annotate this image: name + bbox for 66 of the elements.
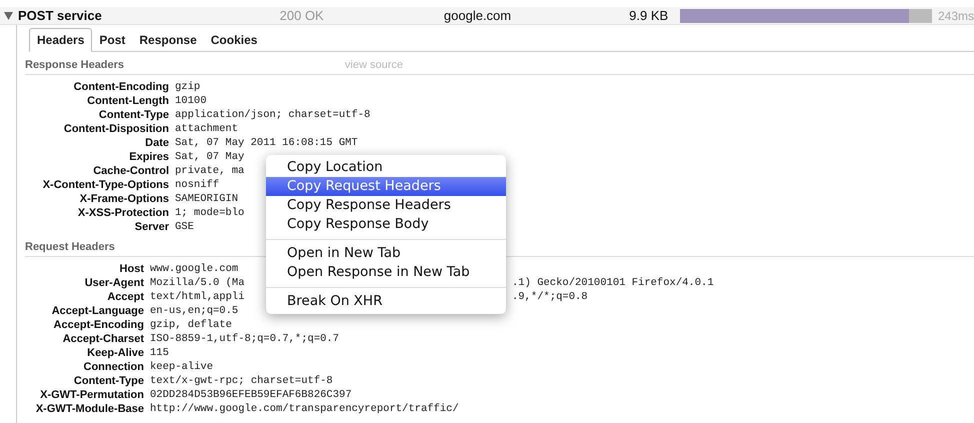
header-value: gzip, deflate (150, 319, 232, 331)
menu-item[interactable]: Open in New Tab (266, 244, 506, 263)
header-name: Accept (106, 291, 145, 303)
header-value: ISO-8859-1,utf-8;q=0.7,*;q=0.7 (150, 333, 340, 345)
header-name: X-GWT-Permutation (39, 389, 145, 401)
header-name: Connection (82, 361, 145, 373)
header-name: Content-Disposition (62, 123, 170, 135)
section-title: Response Headers (25, 59, 124, 73)
header-value: attachment (175, 123, 238, 135)
header-name: X-Frame-Options (78, 193, 170, 205)
header-name: Cache-Control (92, 165, 170, 177)
header-value: .9,*/*;q=0.8 (512, 291, 588, 303)
header-name: X-GWT-Module-Base (34, 403, 145, 415)
header-value: 02DD284D53B96EFEB59EFAF6B826C397 (150, 389, 352, 401)
header-value: http://www.google.com/transparencyreport/traffic/ (150, 403, 459, 415)
request-time: 243ms (938, 8, 974, 22)
tab[interactable]: Response (132, 29, 204, 51)
header-name: Content-Type (72, 375, 145, 387)
tab[interactable]: Headers (29, 28, 92, 52)
header-name: Keep-Alive (86, 347, 145, 359)
menu-item[interactable]: Copy Request Headers (266, 177, 506, 196)
menu-item[interactable]: Open Response in New Tab (266, 263, 506, 282)
header-name: Accept-Language (50, 305, 145, 317)
menu-item[interactable]: Copy Response Headers (266, 196, 506, 215)
header-value: .1) Gecko/20100101 Firefox/4.0.1 (512, 277, 714, 289)
header-value: en-us,en;q=0.5 (150, 305, 238, 317)
header-name: X-XSS-Protection (76, 207, 170, 219)
header-name: Host (118, 263, 145, 275)
header-value: private, ma (175, 165, 244, 177)
header-name: Content-Encoding (72, 81, 170, 93)
request-status: 200 OK (280, 8, 325, 23)
header-name: X-Content-Type-Options (42, 179, 170, 191)
header-value: www.google.com (150, 263, 238, 275)
header-name: Date (144, 137, 170, 149)
header-value: text/x-gwt-rpc; charset=utf-8 (150, 375, 333, 387)
header-value: Mozilla/5.0 (Ma (150, 277, 245, 289)
header-value: GSE (175, 221, 194, 233)
header-value: Sat, 07 May (175, 151, 244, 163)
header-value: keep-alive (150, 361, 214, 373)
header-name: Content-Type (98, 109, 170, 121)
header-value: Sat, 07 May 2011 16:08:15 GMT (175, 137, 358, 149)
tab[interactable]: Cookies (204, 29, 264, 51)
menu-item[interactable]: Copy Response Body (266, 215, 506, 234)
header-value: gzip (175, 81, 200, 93)
header-value: text/html,appli (150, 291, 245, 303)
tab[interactable]: Post (92, 29, 132, 51)
header-value: SAMEORIGIN (175, 193, 238, 205)
disclosure-triangle-icon[interactable] (4, 11, 13, 20)
header-value: 10100 (175, 95, 207, 107)
request-size: 9.9 KB (628, 8, 668, 23)
header-name: Accept-Encoding (52, 319, 145, 331)
header-name: Server (134, 221, 170, 233)
header-name: User-Agent (84, 277, 145, 289)
request-domain: google.com (444, 8, 512, 23)
menu-item[interactable]: Break On XHR (266, 292, 506, 311)
header-name: Accept-Charset (62, 333, 145, 345)
header-name: Expires (128, 151, 170, 163)
header-value: nosniff (175, 179, 220, 191)
header-value: 115 (150, 347, 169, 359)
request-name: POST service (18, 8, 103, 23)
header-name: Content-Length (86, 95, 170, 107)
header-value: application/json; charset=utf-8 (175, 109, 370, 121)
request-row[interactable]: POST service 200 OK google.com 9.9 KB 243ms (0, 7, 974, 25)
header-value: 1; mode=blo (175, 207, 244, 219)
menu-item[interactable]: Copy Location (266, 158, 506, 177)
section-title: Request Headers (25, 241, 115, 255)
